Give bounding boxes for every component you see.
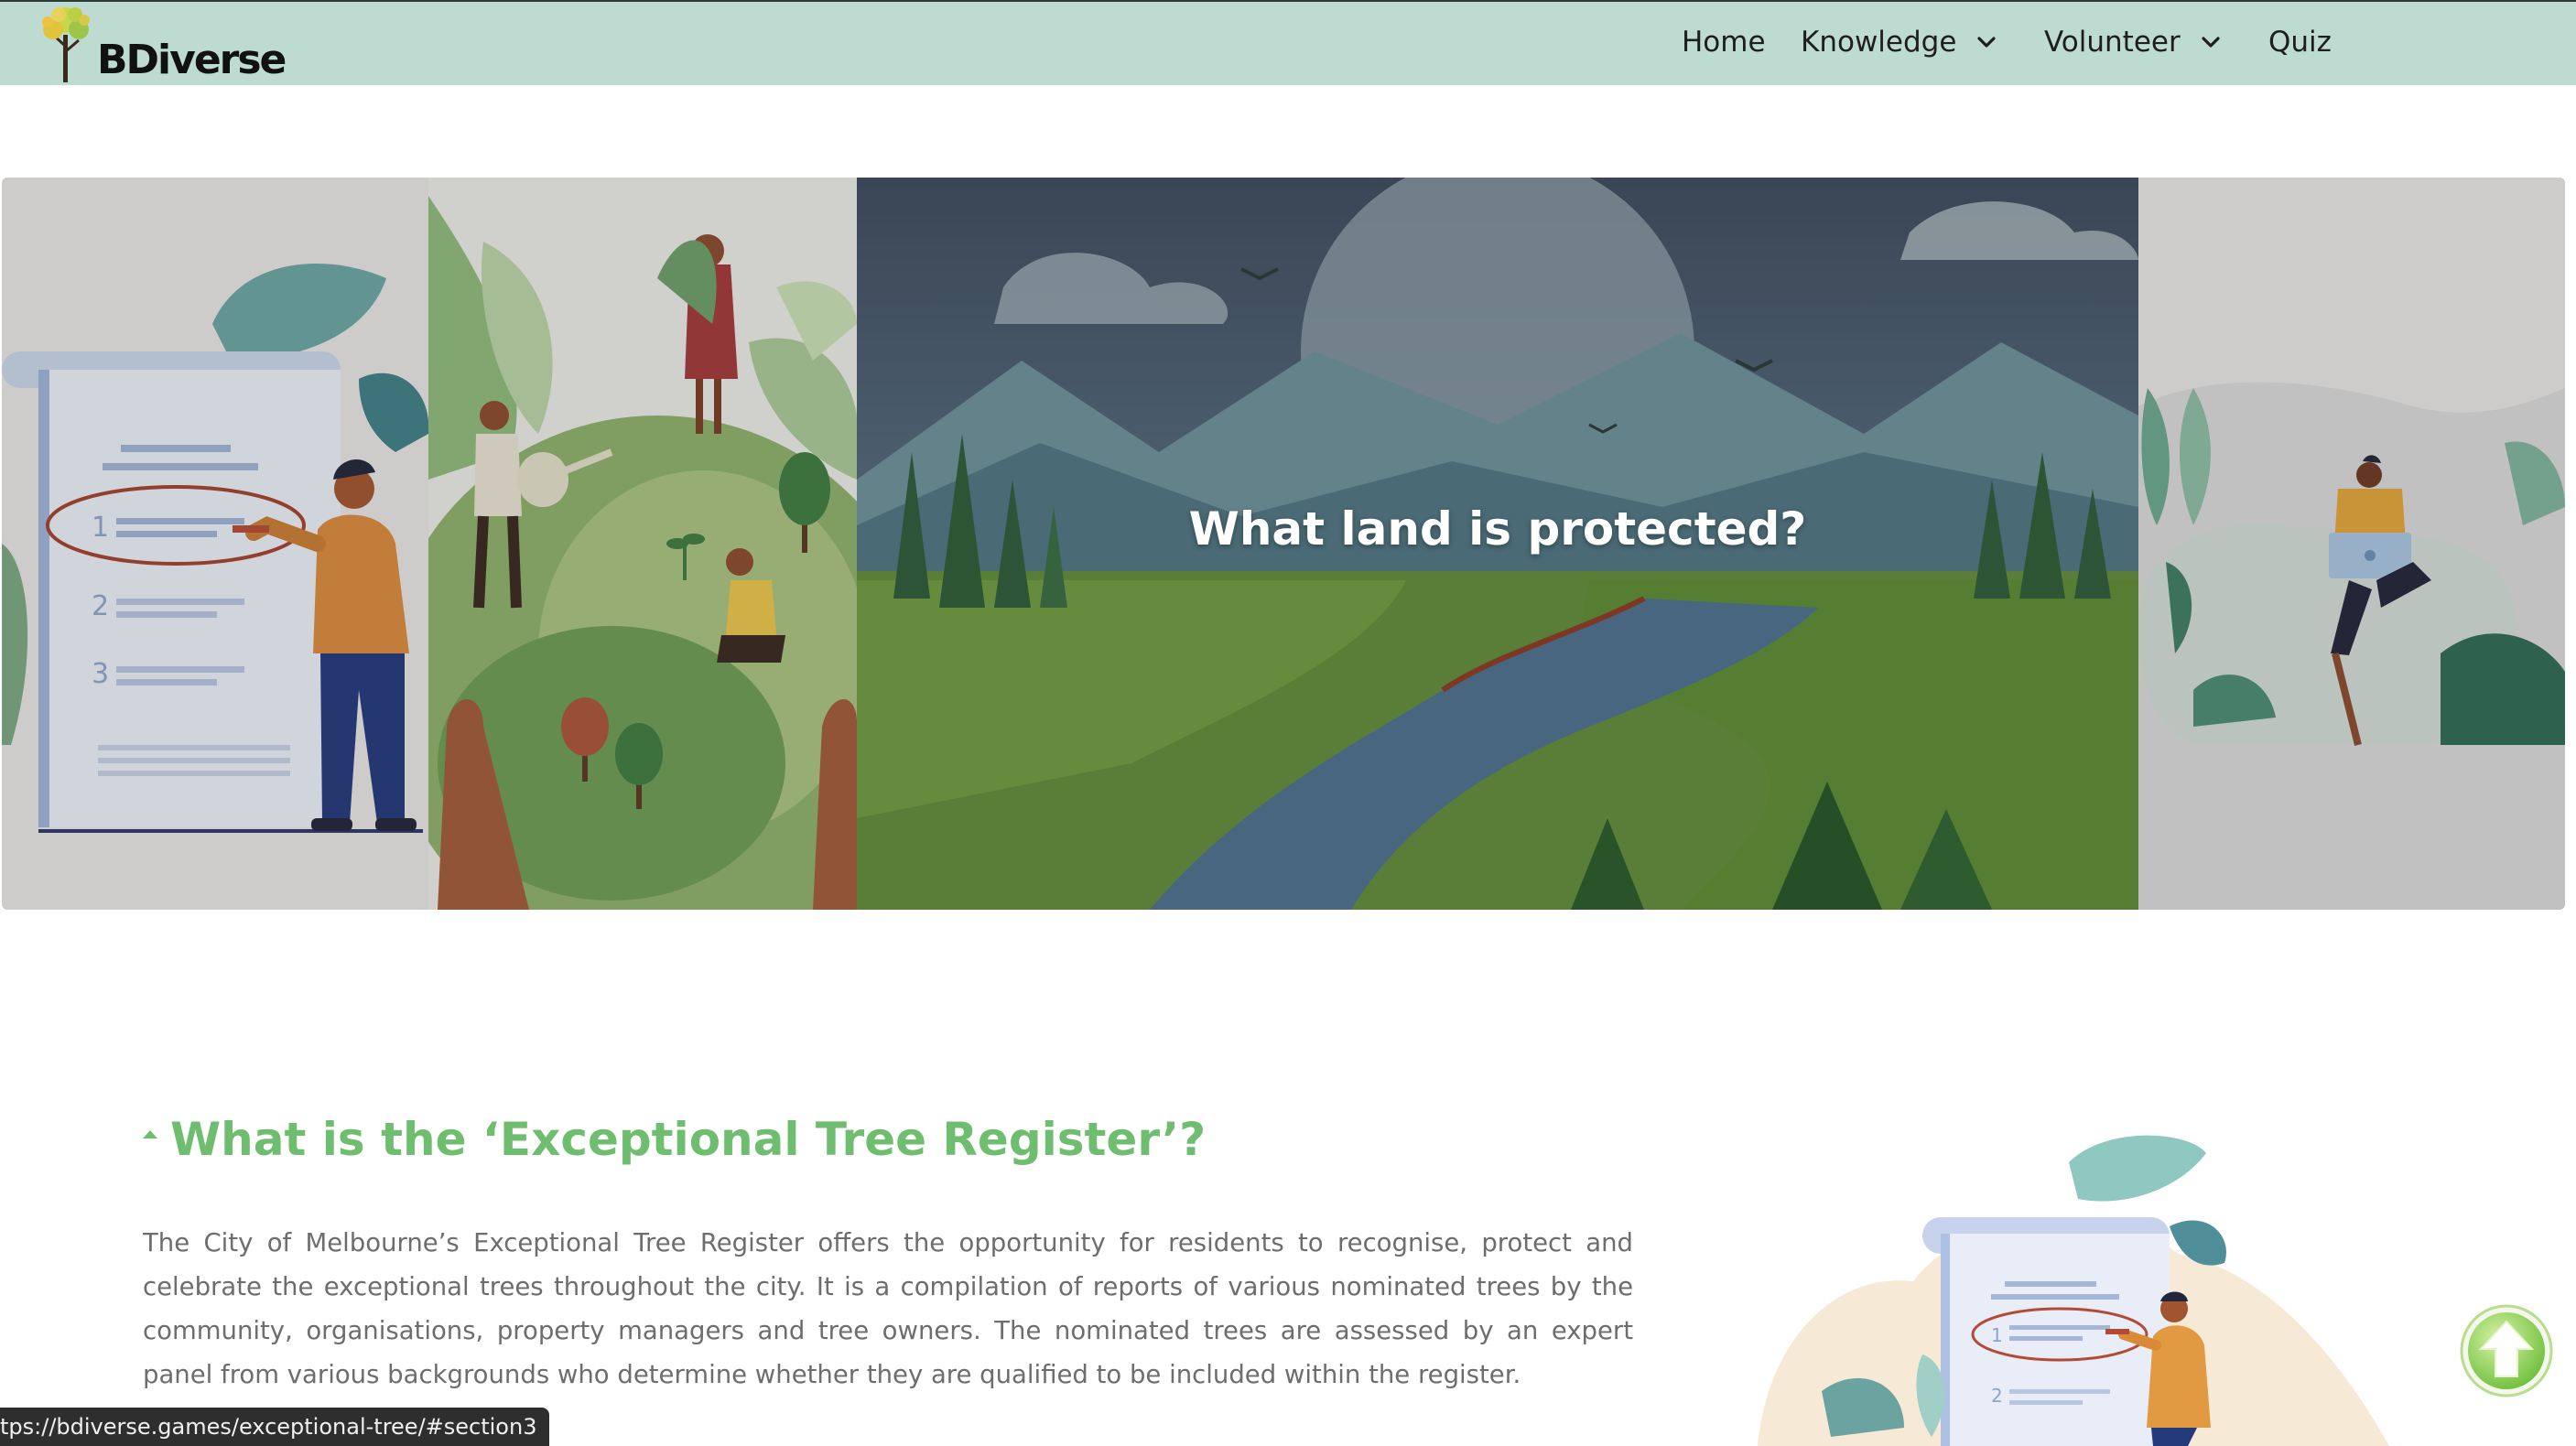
caret-up-icon[interactable]	[141, 1128, 159, 1140]
section-heading[interactable]: What is the ‘Exceptional Tree Register’?	[170, 1113, 1206, 1166]
hero-banner: 1 2 3 What land is protected?	[2, 178, 2565, 910]
nav-volunteer-label: Volunteer	[2044, 26, 2181, 59]
nav-quiz[interactable]: Quiz	[2268, 26, 2332, 59]
nav-knowledge-label: Knowledge	[1801, 26, 1957, 59]
nav-knowledge[interactable]: Knowledge	[1801, 26, 1998, 59]
svg-text:1: 1	[92, 512, 109, 544]
svg-text:2: 2	[1991, 1385, 2003, 1407]
checklist-illustration: 1 2 3	[2, 178, 428, 910]
chevron-down-icon	[2202, 37, 2220, 48]
browser-status-url: tps://bdiverse.games/exceptional-tree/#s…	[0, 1408, 550, 1446]
nav-home-label: Home	[1682, 26, 1766, 59]
svg-text:1: 1	[1991, 1324, 2003, 1346]
register-illustration: 1 2	[1758, 1135, 2389, 1446]
svg-text:2: 2	[92, 590, 109, 622]
laptop-person-illustration	[2138, 178, 2565, 910]
chevron-down-icon	[1977, 37, 1997, 48]
site-logo[interactable]: BDiverse	[35, 4, 287, 86]
site-header: BDiverse Home Knowledge Volunteer Quiz	[0, 0, 2576, 85]
tree-logo-icon	[42, 7, 90, 82]
nav-quiz-label: Quiz	[2268, 26, 2332, 59]
nav-volunteer[interactable]: Volunteer	[2044, 26, 2223, 59]
back-to-top-button[interactable]	[2459, 1303, 2554, 1398]
logo-text: BDiverse	[97, 37, 287, 83]
svg-text:3: 3	[92, 658, 109, 690]
section-body: The City of Melbourne’s Exceptional Tree…	[143, 1228, 1633, 1389]
nav-home[interactable]: Home	[1682, 26, 1766, 59]
gardening-illustration	[428, 178, 857, 910]
hero-title: What land is protected?	[1188, 502, 1807, 556]
